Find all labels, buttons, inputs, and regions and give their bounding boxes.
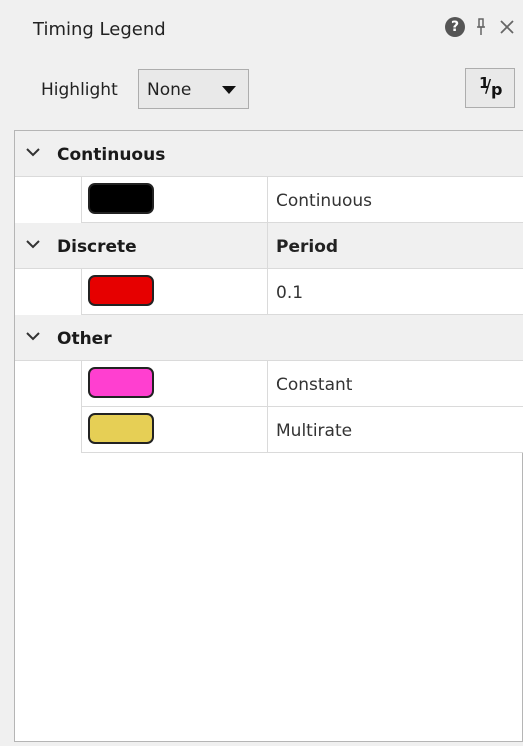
color-cell — [81, 177, 267, 223]
close-icon[interactable] — [497, 17, 517, 37]
column-header-period: Period — [276, 237, 339, 257]
title-bar: Timing Legend ? — [0, 0, 523, 60]
legend-item-row: Continuous — [15, 177, 523, 223]
color-swatch — [88, 183, 154, 214]
toolbar: Highlight None 1/p — [0, 60, 523, 126]
label-cell: Constant — [267, 361, 523, 407]
item-label: Constant — [276, 375, 353, 395]
chevron-down-icon[interactable] — [25, 328, 41, 344]
legend-item-row: 0.1 — [15, 269, 523, 315]
item-label: Continuous — [276, 191, 373, 211]
pin-icon[interactable] — [475, 17, 487, 37]
color-swatch — [88, 413, 154, 444]
group-row-continuous[interactable]: Continuous — [15, 131, 523, 177]
color-cell — [81, 269, 267, 315]
title-icons: ? — [445, 17, 517, 37]
label-cell: 0.1 — [267, 269, 523, 315]
legend-item-row: Multirate — [15, 407, 523, 453]
label-cell: Continuous — [267, 177, 523, 223]
one-over-p-icon: 1/p — [479, 74, 503, 99]
highlight-label: Highlight — [41, 80, 118, 100]
color-cell — [81, 407, 267, 453]
column-header-cell: Period — [267, 223, 523, 269]
group-label: Other — [57, 329, 112, 349]
group-label: Continuous — [57, 145, 166, 165]
group-row-discrete[interactable]: Discrete Period — [15, 223, 523, 269]
color-swatch — [88, 275, 154, 306]
window-title: Timing Legend — [33, 19, 166, 40]
label-cell: Multirate — [267, 407, 523, 453]
legend-item-row: Constant — [15, 361, 523, 407]
legend-panel: Continuous Continuous Discrete Period 0.… — [14, 130, 523, 742]
chevron-down-icon[interactable] — [25, 236, 41, 252]
highlight-dropdown[interactable]: None — [138, 69, 249, 109]
group-label: Discrete — [57, 237, 137, 257]
chevron-down-icon[interactable] — [25, 144, 41, 160]
group-row-other[interactable]: Other — [15, 315, 523, 361]
color-cell — [81, 361, 267, 407]
item-label: Multirate — [276, 421, 353, 441]
highlight-selected-value: None — [147, 80, 192, 100]
period-toggle-button[interactable]: 1/p — [465, 68, 515, 108]
help-icon[interactable]: ? — [445, 17, 465, 37]
item-label: 0.1 — [276, 283, 304, 303]
dropdown-arrow-icon — [222, 86, 236, 94]
color-swatch — [88, 367, 154, 398]
